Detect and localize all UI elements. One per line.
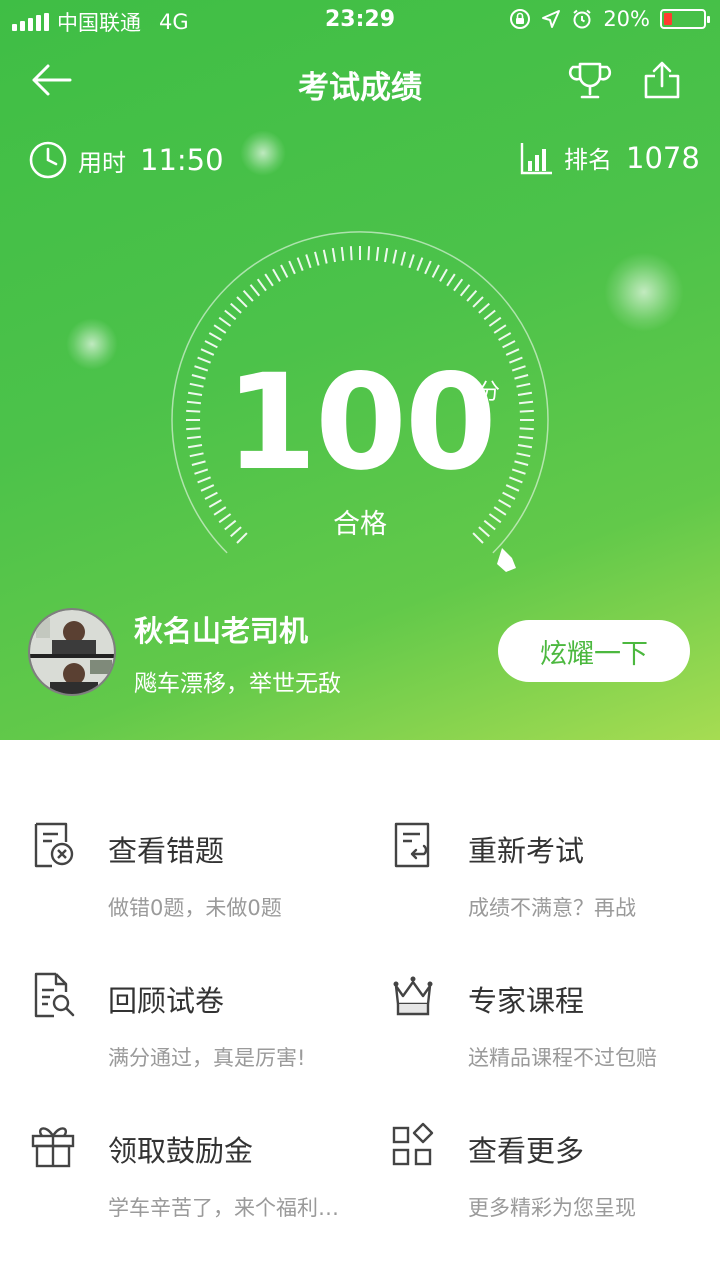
time-value: 11:50	[140, 143, 224, 177]
status-bar: 中国联通 4G 23:29 20%	[0, 0, 720, 40]
gauge-tick	[472, 296, 484, 308]
score-header: 中国联通 4G 23:29 20% 考试成绩 用时 11:50 排名 1078 …	[0, 0, 720, 740]
action-title: 查看错题	[108, 834, 225, 868]
rank-label: 排名	[564, 146, 612, 174]
gauge-tick	[408, 254, 415, 269]
action-title: 回顾试卷	[108, 984, 225, 1018]
location-arrow-icon	[542, 10, 561, 28]
retake-exam-icon	[394, 822, 430, 868]
avatar-image	[30, 610, 114, 694]
clock-icon	[29, 141, 67, 179]
share-icon[interactable]	[640, 60, 684, 100]
rank-value: 1078	[626, 140, 700, 175]
gauge-tick	[446, 273, 456, 287]
gauge-tick	[502, 340, 516, 349]
time-used: 用时 11:50	[28, 140, 224, 180]
gauge-tick	[416, 257, 424, 271]
time-label: 用时	[78, 148, 126, 177]
gauge-tick	[236, 296, 248, 308]
action-title: 专家课程	[468, 984, 585, 1018]
gauge-tick	[340, 246, 345, 262]
rotation-lock-icon	[510, 9, 531, 29]
alarm-icon	[573, 9, 591, 29]
trophy-icon[interactable]	[568, 60, 612, 100]
gauge-tick	[498, 332, 512, 341]
wrong-answers-icon	[34, 822, 74, 868]
pass-status: 合格	[333, 509, 387, 540]
gauge-tick	[208, 332, 222, 341]
action-title: 重新考试	[468, 834, 585, 868]
bar-chart-icon	[520, 142, 552, 174]
action-title: 查看更多	[468, 1134, 585, 1168]
action-title: 领取鼓励金	[108, 1134, 254, 1168]
gauge-tick	[400, 251, 406, 266]
nav-bar: 考试成绩	[0, 50, 720, 110]
user-name: 秋名山老司机	[134, 614, 309, 648]
action-subtitle: 成绩不满意？再战	[468, 896, 636, 920]
gauge-tick	[296, 257, 304, 271]
battery-percent: 20%	[603, 7, 650, 31]
action-grid: 查看错题 做错0题，未做0题 重新考试 成绩不满意？再战 回顾试卷 满分通过，真…	[0, 740, 720, 1280]
action-wrong-answers[interactable]: 查看错题 做错0题，未做0题	[0, 770, 360, 920]
gauge-tick	[453, 278, 464, 292]
gauge-tick	[367, 246, 371, 261]
gauge-tick	[280, 264, 289, 278]
gauge-tick	[431, 264, 440, 278]
gauge-tick	[218, 316, 232, 327]
more-apps-icon	[392, 1122, 434, 1166]
gauge-tick	[466, 290, 478, 302]
gauge-tick	[230, 302, 242, 314]
gauge-tick	[478, 302, 490, 314]
crown-icon	[393, 976, 433, 1016]
show-off-button[interactable]: 炫耀一下	[498, 620, 690, 682]
gauge-tick	[264, 273, 274, 287]
gauge-tick	[322, 249, 328, 264]
gauge-tick	[272, 268, 281, 282]
gauge-tick	[392, 249, 398, 264]
user-motto: 飚车漂移，举世无敌	[134, 671, 341, 697]
gauge-tick	[375, 246, 380, 262]
gauge-tick	[305, 254, 312, 269]
action-subtitle: 送精品课程不过包赔	[468, 1046, 657, 1070]
action-expert-course[interactable]: 专家课程 送精品课程不过包赔	[360, 920, 720, 1070]
gauge-tick	[242, 290, 254, 302]
gift-icon	[31, 1127, 75, 1168]
gauge-tick	[331, 247, 336, 263]
action-see-more[interactable]: 查看更多 更多精彩为您呈现	[360, 1070, 720, 1220]
gauge-tick	[349, 246, 353, 261]
gauge-tick	[314, 251, 320, 266]
gauge-tick	[213, 324, 227, 334]
gauge-tick	[224, 309, 237, 321]
avatar[interactable]	[28, 608, 116, 696]
action-reward[interactable]: 领取鼓励金 学车辛苦了，来个福利…	[0, 1070, 360, 1220]
action-retake-exam[interactable]: 重新考试 成绩不满意？再战	[360, 770, 720, 920]
gauge-tick	[493, 324, 507, 334]
gauge-tick	[439, 268, 448, 282]
gauge-tick	[483, 309, 496, 321]
gauge-tick	[288, 260, 296, 275]
bokeh-light	[604, 252, 684, 332]
bokeh-light	[240, 130, 286, 176]
gauge-tick	[249, 284, 261, 297]
action-subtitle: 更多精彩为您呈现	[468, 1196, 636, 1220]
gauge-tick	[459, 284, 471, 297]
ranking: 排名 1078	[520, 140, 700, 175]
gauge-tick	[488, 316, 502, 327]
gauge-tick	[424, 260, 432, 275]
gauge-tick	[204, 340, 218, 349]
score-unit: 分	[478, 380, 501, 405]
action-subtitle: 做错0题，未做0题	[108, 896, 282, 920]
page-title: 考试成绩	[298, 70, 422, 106]
gauge-tick	[256, 278, 267, 292]
gauge-pointer	[497, 548, 516, 572]
review-paper-icon	[34, 972, 75, 1018]
action-subtitle: 学车辛苦了，来个福利…	[108, 1196, 339, 1220]
gauge-tick	[384, 247, 389, 263]
action-subtitle: 满分通过，真是厉害!	[108, 1046, 306, 1070]
score-value: 100	[225, 346, 497, 500]
battery-icon	[660, 9, 710, 29]
action-review-paper[interactable]: 回顾试卷 满分通过，真是厉害!	[0, 920, 360, 1070]
